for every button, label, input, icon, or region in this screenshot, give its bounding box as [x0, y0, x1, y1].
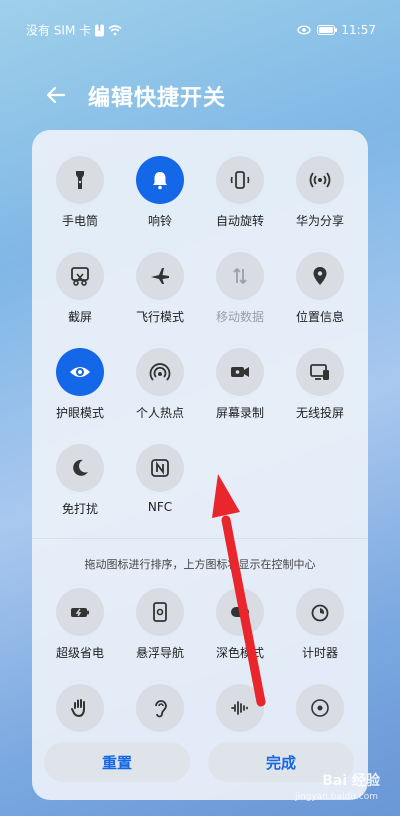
watermark: Bai 经验 [322, 773, 380, 789]
annotation-arrow [212, 474, 266, 707]
watermark-sub: jingyan.baidu.com [294, 792, 378, 802]
